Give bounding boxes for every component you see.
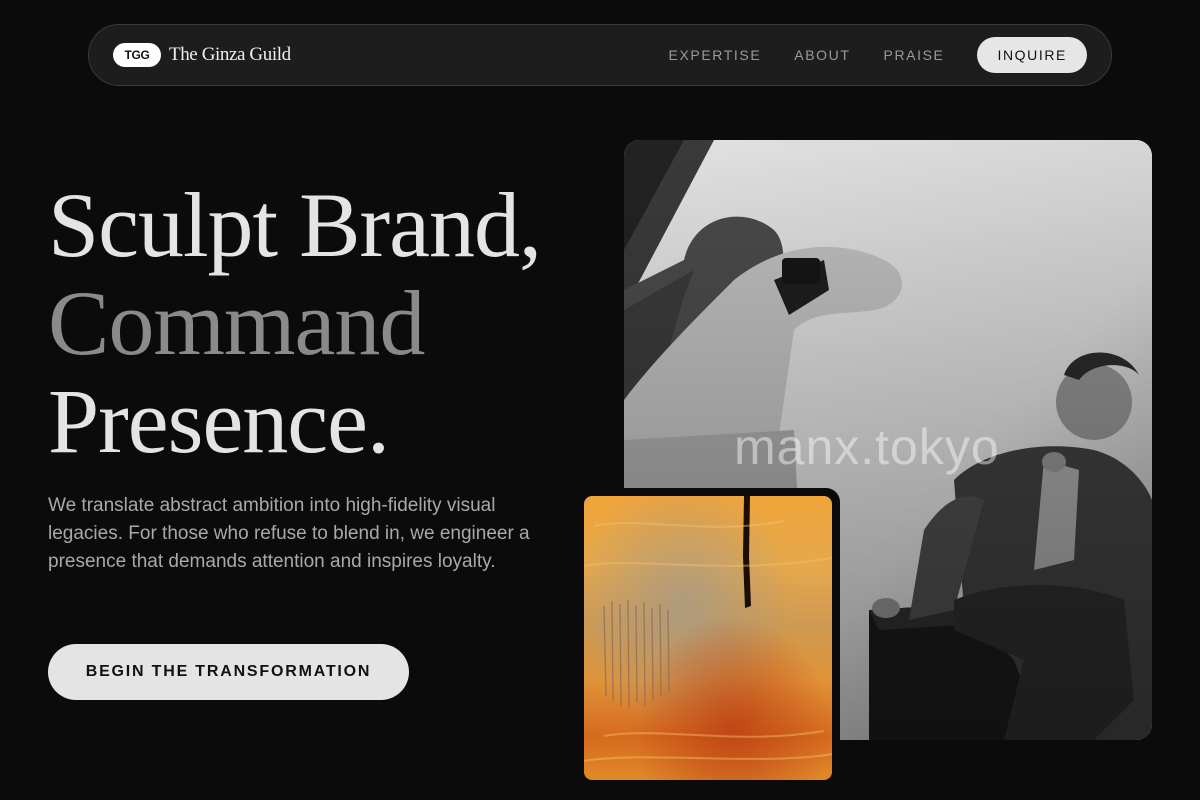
page: TGG The Ginza Guild EXPERTISE ABOUT PRAI… <box>0 0 1200 800</box>
abstract-painting-image <box>584 496 832 780</box>
nav-links: EXPERTISE ABOUT PRAISE INQUIRE <box>669 37 1087 73</box>
brand-name: The Ginza Guild <box>169 44 291 65</box>
headline-line-2: Command <box>48 272 425 374</box>
photo-watermark: manx.tokyo <box>734 419 1000 475</box>
brand-logo-link[interactable]: TGG The Ginza Guild <box>113 43 291 67</box>
inquire-button[interactable]: INQUIRE <box>977 37 1087 73</box>
headline-line-1: Sculpt Brand, <box>48 174 542 276</box>
nav-link-about[interactable]: ABOUT <box>794 47 850 63</box>
top-nav: TGG The Ginza Guild EXPERTISE ABOUT PRAI… <box>88 24 1112 86</box>
nav-link-expertise[interactable]: EXPERTISE <box>669 47 762 63</box>
hero-headline: Sculpt Brand, Command Presence. <box>48 174 542 472</box>
begin-transformation-button[interactable]: BEGIN THE TRANSFORMATION <box>48 644 409 700</box>
brand-badge: TGG <box>113 43 161 67</box>
headline-line-3: Presence. <box>48 370 390 472</box>
nav-link-praise[interactable]: PRAISE <box>884 47 945 63</box>
hero-lead-paragraph: We translate abstract ambition into high… <box>48 495 530 572</box>
abstract-painting-illustration <box>584 496 832 780</box>
